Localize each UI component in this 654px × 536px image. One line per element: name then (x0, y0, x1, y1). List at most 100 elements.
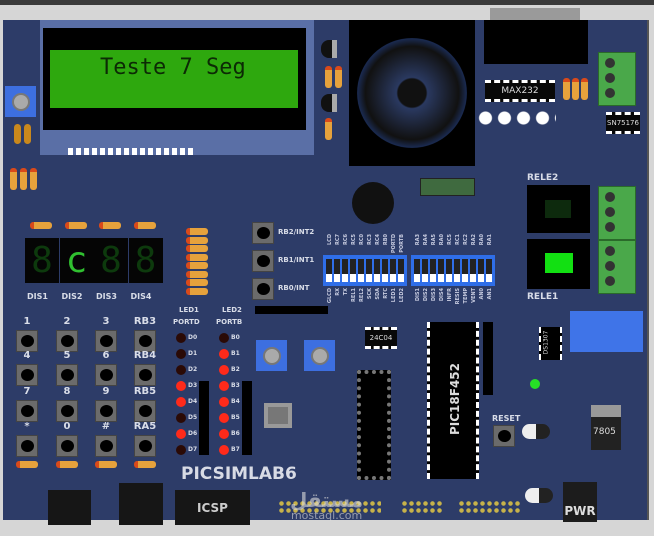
lcd-screen: Teste 7 Seg (50, 50, 298, 108)
sn75176-chip: SN75176 (606, 112, 640, 134)
dip-switch[interactable] (430, 259, 436, 282)
key-label: 2 (63, 316, 71, 327)
dip-switch[interactable] (486, 259, 492, 282)
led-bank-port: PORTD (173, 318, 200, 326)
dip-switch[interactable] (326, 259, 332, 282)
keypad-key[interactable] (95, 330, 117, 352)
keypad-key[interactable] (134, 330, 156, 352)
dip-switch[interactable] (366, 259, 372, 282)
key-label: 4 (23, 350, 31, 361)
ic-socket (357, 370, 391, 480)
dip-switch[interactable] (470, 259, 476, 282)
window-top-border (0, 0, 654, 5)
temp-sensor (264, 403, 292, 428)
int-button-label: RB1/INT1 (278, 256, 315, 264)
led-bank-title: LED2 (222, 306, 242, 314)
dip-label: RA5 (431, 234, 437, 246)
key-label: 0 (63, 421, 71, 432)
led (219, 381, 229, 391)
relay-2 (527, 185, 590, 233)
keypad-key[interactable] (16, 400, 38, 422)
int-button[interactable] (252, 222, 274, 244)
dip-switch[interactable] (398, 259, 404, 282)
regulator-7805: 7805 (591, 405, 621, 450)
keypad-key[interactable] (95, 364, 117, 386)
keypad-key[interactable] (95, 400, 117, 422)
dip-switch[interactable] (446, 259, 452, 282)
dip-switch[interactable] (462, 259, 468, 282)
dip-label: DIS3 (431, 288, 437, 302)
key-label: 9 (102, 386, 110, 397)
keypad-key[interactable] (16, 435, 38, 457)
terminal-block-rele1 (598, 240, 636, 294)
eeprom-chip: 24C04 (365, 327, 397, 349)
pot-an0[interactable] (256, 340, 287, 371)
dip-label: RC7 (335, 234, 341, 245)
dip-switch[interactable] (454, 259, 460, 282)
keypad-key[interactable] (134, 364, 156, 386)
key-label: RB4 (133, 350, 157, 361)
seven-segment-display: 8 (94, 238, 128, 283)
int-button[interactable] (252, 250, 274, 272)
power-switch[interactable] (525, 488, 553, 503)
keypad-key[interactable] (134, 400, 156, 422)
dip-switch[interactable] (478, 259, 484, 282)
keypad-key[interactable] (56, 435, 78, 457)
int-button-label: RB2/INT2 (278, 228, 315, 236)
dip-switch[interactable] (358, 259, 364, 282)
keypad-key[interactable] (95, 435, 117, 457)
keypad-key[interactable] (134, 435, 156, 457)
dip-switch-bank (323, 255, 407, 286)
led-label: D6 (188, 430, 198, 437)
dip-label: SDA (375, 288, 381, 300)
keypad-key[interactable] (16, 330, 38, 352)
lcd-contrast-pot[interactable] (5, 86, 36, 117)
key-label: RA5 (133, 421, 157, 432)
led-label: D1 (188, 350, 198, 357)
int-button[interactable] (252, 278, 274, 300)
dip-switch[interactable] (334, 259, 340, 282)
led (219, 413, 229, 423)
dip-label: RA4 (423, 234, 429, 246)
led (219, 365, 229, 375)
seven-segment-display: 8 (128, 238, 163, 283)
led (219, 445, 229, 455)
dip-switch[interactable] (350, 259, 356, 282)
dip-switch[interactable] (342, 259, 348, 282)
display-label: DIS4 (130, 292, 152, 301)
dip-label: TEMP (463, 288, 469, 304)
pot-an1[interactable] (304, 340, 335, 371)
dip-label: RC4 (375, 234, 381, 245)
led-label: B2 (231, 366, 240, 373)
keypad-key[interactable] (56, 364, 78, 386)
key-label: 5 (63, 350, 71, 361)
reset-button[interactable] (493, 425, 515, 447)
dip-label: RA0 (439, 234, 445, 246)
pwr-button[interactable]: PWR (563, 482, 597, 522)
seven-segment-display: 8 (25, 238, 59, 283)
key-label: * (24, 421, 30, 432)
keypad-key[interactable] (16, 364, 38, 386)
key-label: 1 (23, 316, 31, 327)
dip-switch[interactable] (390, 259, 396, 282)
dip-switch[interactable] (438, 259, 444, 282)
led-label: B3 (231, 382, 240, 389)
keypad-key[interactable] (56, 330, 78, 352)
terminal-block-rele2 (598, 186, 636, 240)
switch-toggle[interactable] (522, 424, 550, 439)
keypad-key[interactable] (56, 400, 78, 422)
led (176, 445, 186, 455)
key-label: 7 (23, 386, 31, 397)
dip-label: DIS1 (415, 288, 421, 302)
dip-switch[interactable] (422, 259, 428, 282)
dip-switch[interactable] (382, 259, 388, 282)
led-label: B5 (231, 414, 240, 421)
led-label: D7 (188, 446, 198, 453)
led-bank-title: LED1 (179, 306, 199, 314)
dip-label: SCK (367, 288, 373, 300)
rele1-label: RELE1 (527, 292, 559, 302)
dip-switch[interactable] (374, 259, 380, 282)
dip-switch[interactable] (414, 259, 420, 282)
display-label: DIS3 (96, 292, 117, 301)
ds1307-chip: DS1307 (539, 327, 562, 360)
